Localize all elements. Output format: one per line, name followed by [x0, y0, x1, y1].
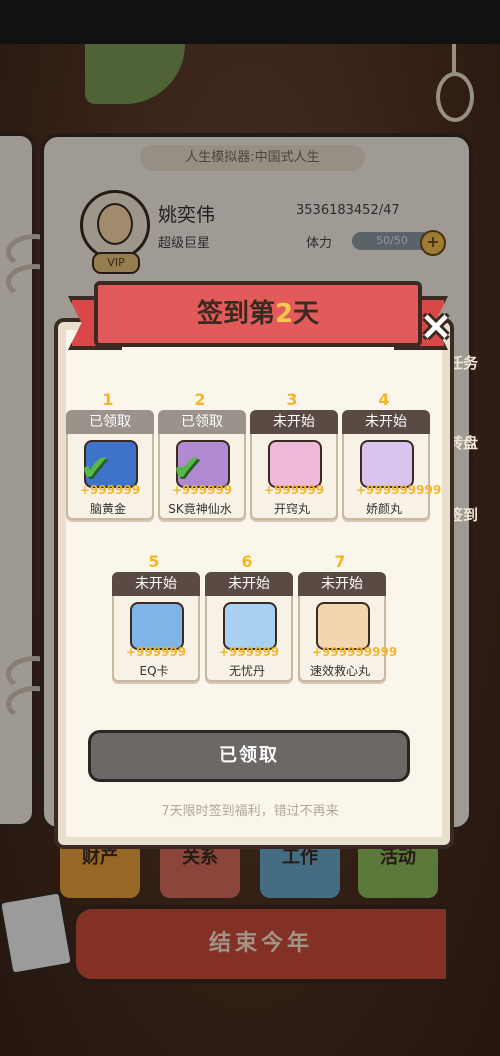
item-name: 速效救心丸	[309, 664, 370, 678]
day-card-2[interactable]: 2 已领取 ✔ +999999 SK竟神仙水	[158, 390, 246, 520]
face-card-icon	[360, 440, 414, 488]
item-name: 无忧丹	[228, 664, 265, 678]
item-name: 脑黄金	[89, 502, 126, 516]
item-quantity: +999999	[80, 483, 141, 497]
item-name: EQ卡	[139, 664, 169, 678]
status-badge: 未开始	[112, 572, 200, 596]
item-name: 娇颜丸	[365, 502, 402, 516]
day-card-1[interactable]: 1 已领取 ✔ +999999 脑黄金	[66, 390, 154, 520]
smile-card-icon	[223, 602, 277, 650]
item-quantity: +999999	[126, 645, 187, 659]
status-badge: 未开始	[205, 572, 293, 596]
day-card-3[interactable]: 3 未开始 +999999 开窍丸	[250, 390, 338, 520]
day-card-4[interactable]: 4 未开始 +999999999 娇颜丸	[342, 390, 441, 520]
status-badge: 未开始	[250, 410, 338, 434]
day-card-7[interactable]: 7 未开始 +999999999 速效救心丸	[298, 552, 397, 682]
heart-pill-card-icon	[316, 602, 370, 650]
item-quantity: +999999999	[356, 483, 442, 497]
status-badge: 已领取	[66, 410, 154, 434]
status-badge: 未开始	[342, 410, 430, 434]
item-quantity: +999999	[219, 645, 280, 659]
status-bar	[0, 0, 500, 44]
checkin-day-number: 2	[274, 299, 294, 329]
status-badge: 未开始	[298, 572, 386, 596]
footer-note: 7天限时签到福利，错过不再来	[161, 804, 339, 819]
item-quantity: +999999999	[312, 645, 398, 659]
eq-card-icon	[130, 602, 184, 650]
item-quantity: +999999	[264, 483, 325, 497]
item-name: SK竟神仙水	[168, 502, 232, 516]
brain-card-icon	[268, 440, 322, 488]
modal-title: 签到第2天	[94, 281, 422, 347]
item-quantity: +999999	[172, 483, 233, 497]
claim-button[interactable]: 已领取	[88, 730, 410, 782]
day-card-6[interactable]: 6 未开始 +999999 无忧丹	[205, 552, 293, 682]
status-badge: 已领取	[158, 410, 246, 434]
item-name: 开窍丸	[273, 502, 310, 516]
close-icon[interactable]: ×	[418, 306, 454, 346]
day-card-5[interactable]: 5 未开始 +999999 EQ卡	[112, 552, 200, 682]
